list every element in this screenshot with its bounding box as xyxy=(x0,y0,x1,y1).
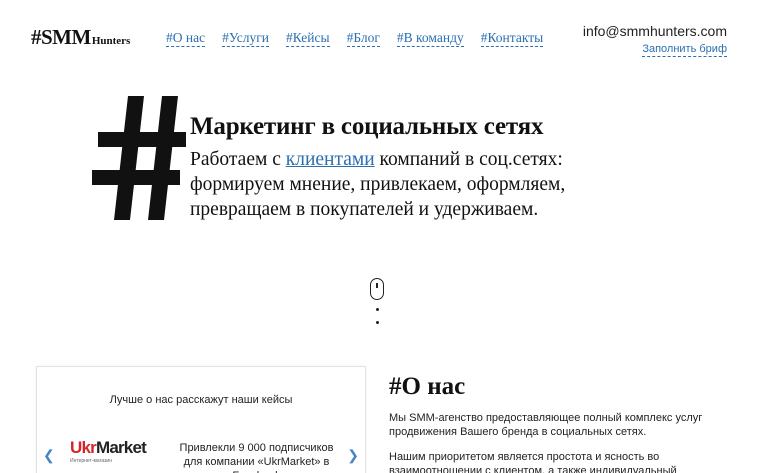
logo-ukr: Ukr xyxy=(70,438,97,457)
cases-title: Лучше о нас расскажут наши кейсы xyxy=(109,394,293,406)
nav-item-join-team[interactable]: #В команду xyxy=(396,30,464,47)
hero-text-start: Работаем с xyxy=(190,149,286,170)
clients-link[interactable]: клиентами xyxy=(286,149,375,170)
about-title: #О нас xyxy=(389,373,466,400)
case-line-2: для компании «UkrMarket» в Facebook xyxy=(183,456,330,473)
scroll-dot xyxy=(376,308,379,311)
scroll-dot xyxy=(376,321,379,324)
nav-item-contacts[interactable]: #Контакты xyxy=(480,30,544,47)
nav-item-blog[interactable]: #Блог xyxy=(346,30,380,47)
fill-brief-link[interactable]: Заполнить бриф xyxy=(642,43,727,57)
main-nav: #О нас #Услуги #Кейсы #Блог #В команду #… xyxy=(166,30,544,47)
logo-main: #SMM xyxy=(31,25,91,49)
logo-tagline: Интернет-магазин xyxy=(70,458,112,464)
chevron-left-icon[interactable]: ❮ xyxy=(43,448,55,462)
case-line-1: Привлекли 9 000 подписчиков xyxy=(179,442,334,454)
about-paragraph-1: Мы SMM-агенство предоставляющее полный к… xyxy=(389,412,703,438)
logo-sub: Hunters xyxy=(91,35,131,47)
header-contact: info@smmhunters.com Заполнить бриф xyxy=(583,23,727,57)
about-paragraph-2: Нашим приоритетом является простота и яс… xyxy=(389,451,677,473)
mouse-wheel xyxy=(376,283,378,288)
ukrmarket-logo: UkrMarket Интернет-магазин xyxy=(70,438,147,465)
chevron-right-icon[interactable]: ❯ xyxy=(347,448,359,462)
hero-description: Работаем с клиентами компаний в соц.сетя… xyxy=(190,147,650,222)
nav-item-services[interactable]: #Услуги xyxy=(222,30,270,47)
hash-icon xyxy=(92,96,186,220)
nav-item-about[interactable]: #О нас xyxy=(166,30,206,47)
contact-email[interactable]: info@smmhunters.com xyxy=(583,23,727,39)
case-description: Привлекли 9 000 подписчиков для компании… xyxy=(159,441,354,473)
cases-card: Лучше о нас расскажут наши кейсы ❮ UkrMa… xyxy=(36,366,366,473)
nav-item-cases[interactable]: #Кейсы xyxy=(286,30,330,47)
logo-market: Market xyxy=(95,438,147,457)
hero-title: Маркетинг в социальных сетях xyxy=(190,113,544,140)
logo[interactable]: #SMMHunters xyxy=(31,25,130,50)
scroll-mouse-icon[interactable] xyxy=(370,278,384,300)
